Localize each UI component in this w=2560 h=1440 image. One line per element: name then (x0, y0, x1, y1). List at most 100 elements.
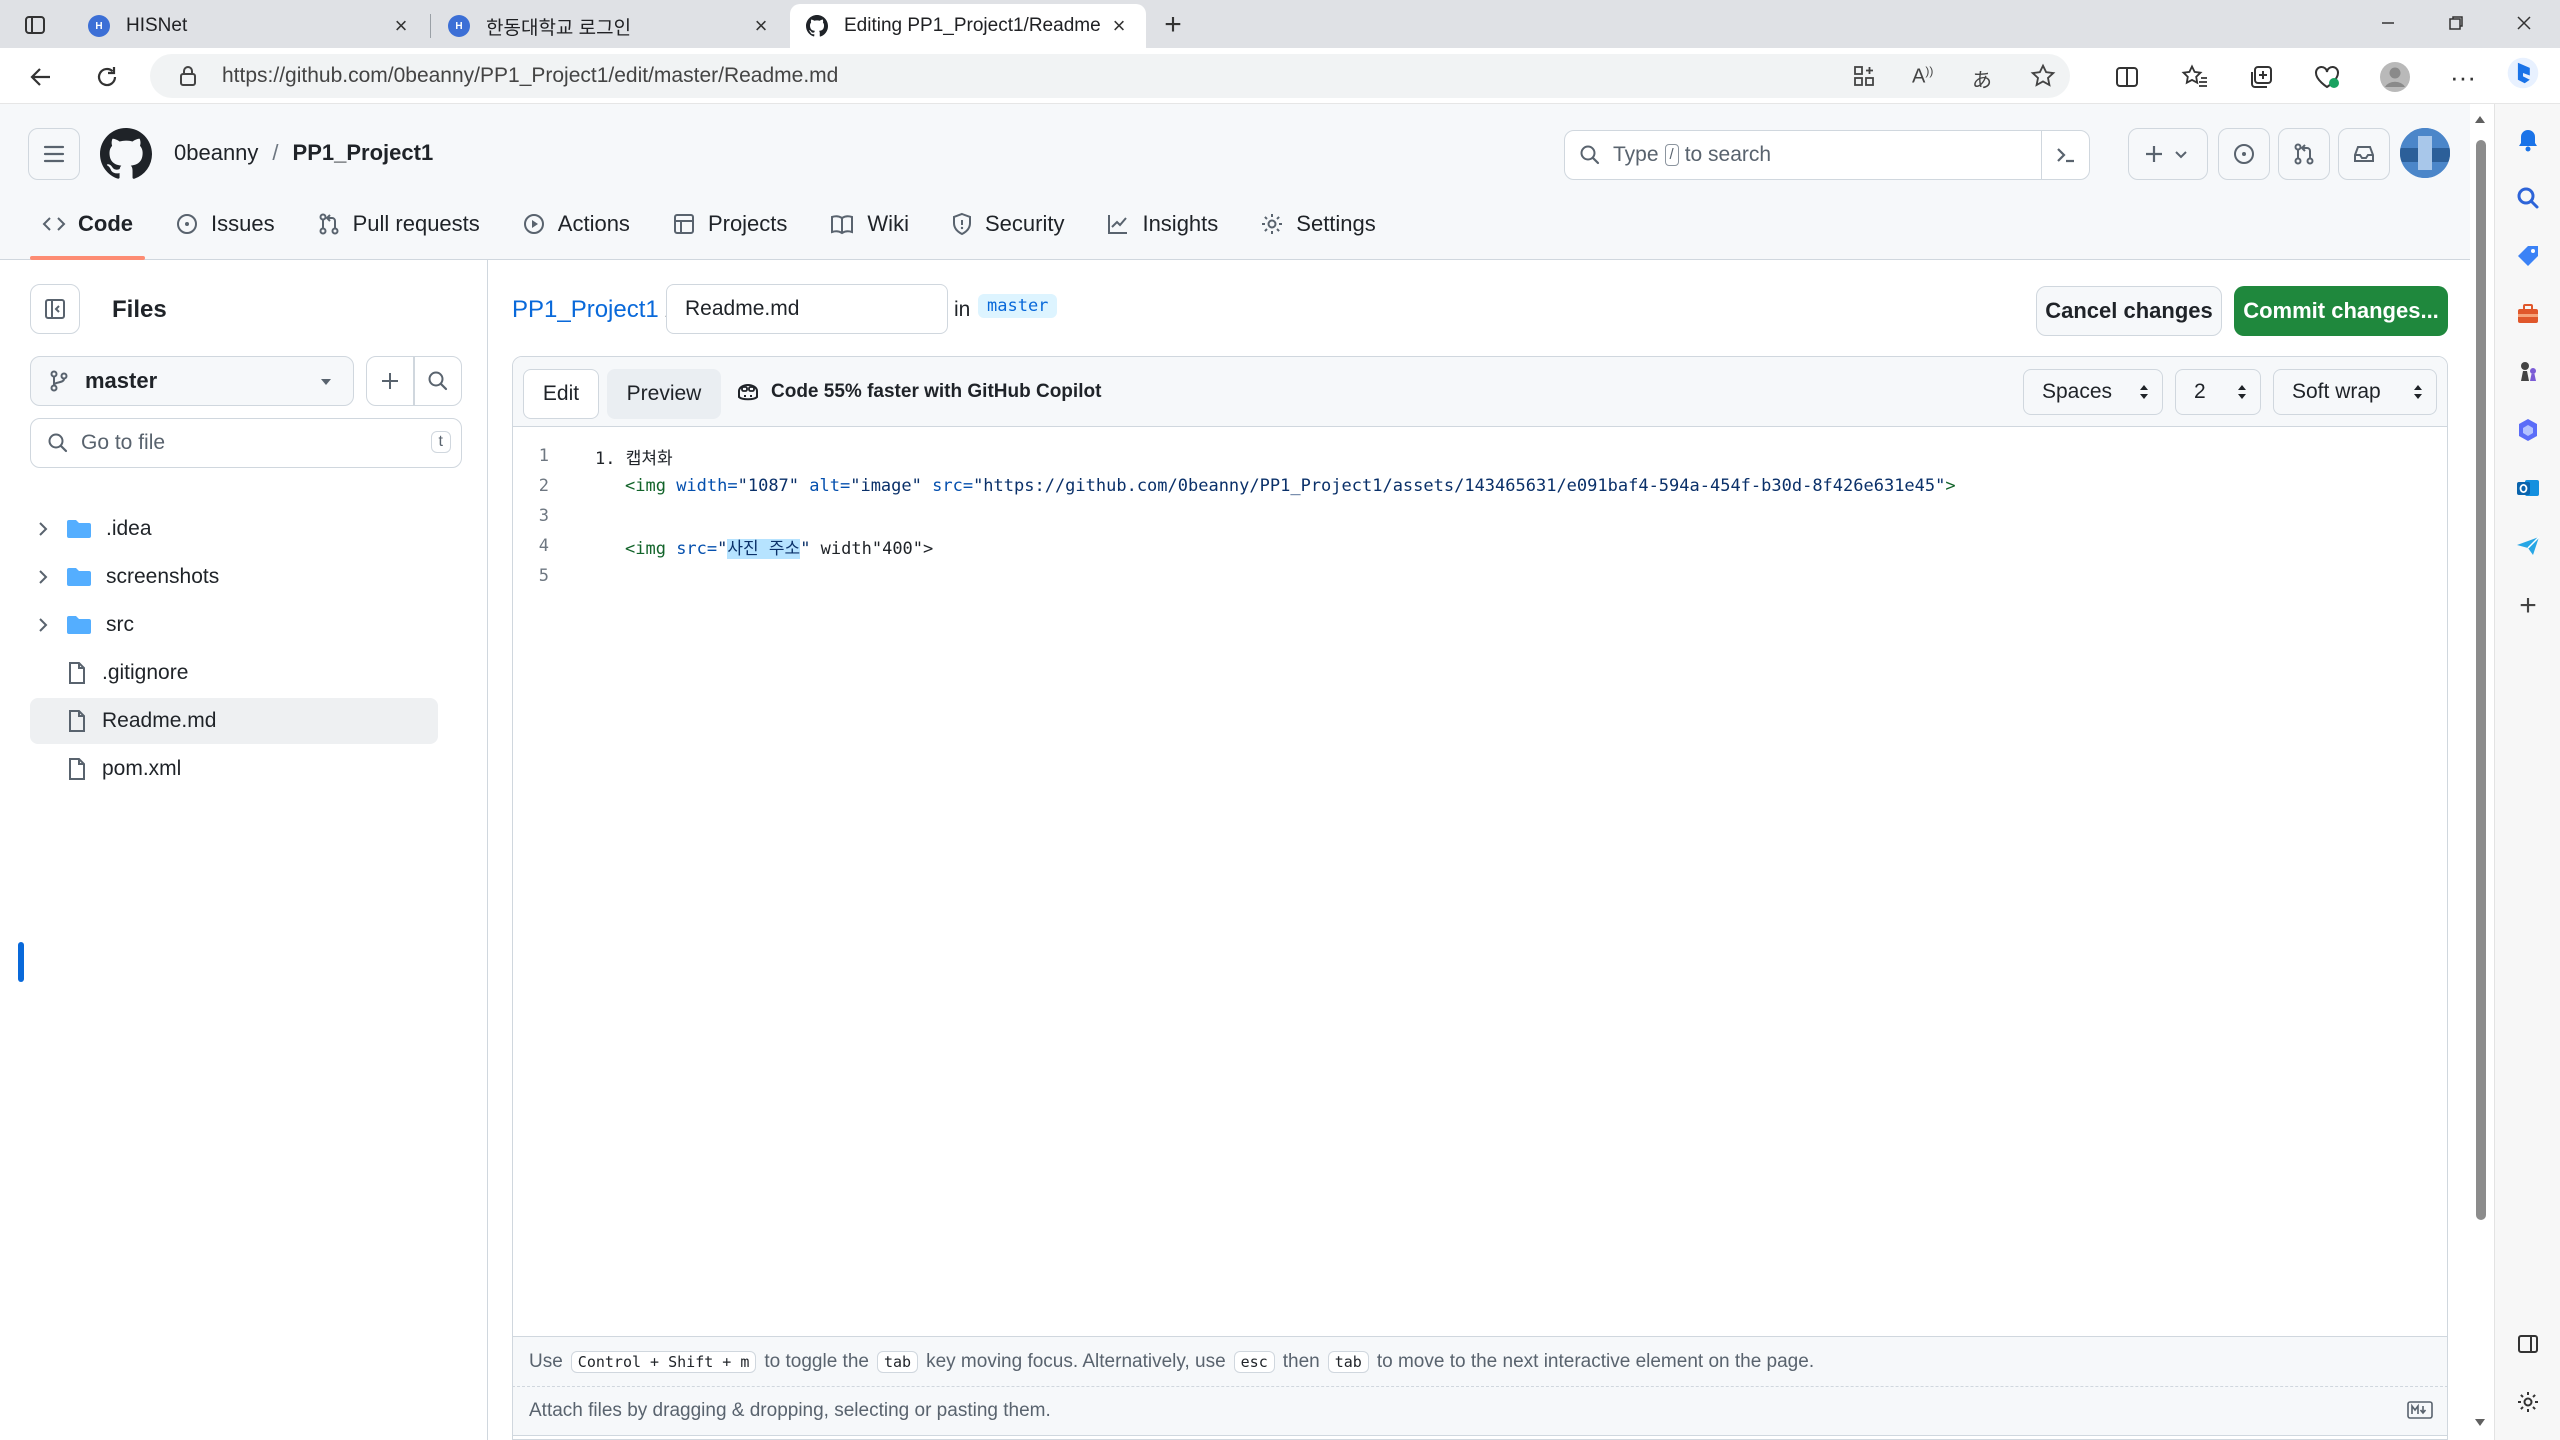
browser-tab-login[interactable]: H 한동대학교 로그인 × (432, 4, 788, 48)
search-input[interactable]: Type / to search (1564, 130, 2090, 180)
outlook-icon[interactable] (2510, 470, 2546, 506)
pull-requests-button[interactable] (2278, 128, 2330, 180)
restore-icon[interactable] (2422, 0, 2490, 46)
github-logo-icon[interactable] (100, 128, 152, 180)
hamburger-menu-button[interactable] (28, 128, 80, 180)
tree-item-src[interactable]: src (30, 602, 438, 648)
tab-projects[interactable]: Projects (660, 200, 799, 248)
close-tab-icon[interactable]: × (750, 13, 772, 38)
code-line[interactable]: 4 <img src="사진 주소" width"400"> (513, 531, 2447, 561)
new-tab-icon[interactable]: + (1156, 8, 1190, 42)
translate-icon[interactable]: あ (1972, 64, 1992, 93)
code-line[interactable]: 3 (513, 501, 2447, 531)
inbox-button[interactable] (2338, 128, 2390, 180)
sidebar-toggle-icon[interactable] (2510, 1326, 2546, 1362)
search-icon[interactable] (2510, 180, 2546, 216)
favorites-icon[interactable] (2178, 60, 2212, 94)
back-icon[interactable] (22, 58, 60, 96)
code-line[interactable]: 1 1. 캡쳐화 (513, 441, 2447, 471)
browser-tab-editing[interactable]: Editing PP1_Project1/Readme.md × (790, 4, 1146, 48)
search-files-button[interactable] (414, 356, 462, 406)
games-chess-icon[interactable] (2510, 354, 2546, 390)
lock-icon[interactable] (178, 65, 198, 87)
tab-pull-requests[interactable]: Pull requests (305, 200, 492, 248)
chevron-right-icon[interactable] (30, 569, 56, 585)
collections-icon[interactable] (2244, 60, 2278, 94)
cancel-changes-button[interactable]: Cancel changes (2036, 286, 2222, 336)
favorite-star-icon[interactable] (2030, 63, 2056, 89)
profile-avatar[interactable] (2378, 60, 2412, 94)
address-bar[interactable]: https://github.com/0beanny/PP1_Project1/… (150, 54, 2070, 98)
branch-selector[interactable]: master (30, 356, 354, 406)
add-file-button[interactable] (366, 356, 414, 406)
tree-item-readme[interactable]: Readme.md (30, 698, 438, 744)
more-options-icon[interactable]: ··· (2446, 60, 2480, 94)
tree-item-gitignore[interactable]: .gitignore (30, 650, 438, 696)
scroll-up-icon[interactable] (2474, 114, 2486, 124)
split-screen-icon[interactable] (2110, 60, 2144, 94)
scrollbar-thumb[interactable] (2476, 140, 2486, 1220)
tab-edit[interactable]: Edit (523, 369, 599, 419)
tab-security[interactable]: Security (939, 200, 1076, 248)
microsoft-365-icon[interactable] (2510, 412, 2546, 448)
add-sidebar-app-icon[interactable]: + (2510, 588, 2546, 624)
close-tab-icon[interactable]: × (1108, 13, 1130, 38)
close-window-icon[interactable] (2490, 0, 2558, 46)
browser-essentials-icon[interactable] (2310, 60, 2344, 94)
go-to-file-input[interactable]: Go to file t (30, 418, 462, 468)
tab-preview[interactable]: Preview (607, 369, 721, 419)
filename-input[interactable]: Readme.md (666, 284, 948, 334)
select-arrows-icon (2140, 385, 2148, 399)
tree-item-idea[interactable]: .idea (30, 506, 438, 552)
gear-icon[interactable] (2510, 1384, 2546, 1420)
indent-size-select[interactable]: 2 (2175, 369, 2261, 415)
tab-settings[interactable]: Settings (1248, 200, 1388, 248)
issues-button[interactable] (2218, 128, 2270, 180)
search-shortcut-key: / (1664, 144, 1679, 166)
close-tab-icon[interactable]: × (390, 13, 412, 38)
command-palette-icon[interactable] (2041, 131, 2089, 179)
send-drop-icon[interactable] (2510, 528, 2546, 564)
create-new-button[interactable] (2128, 128, 2208, 180)
chevron-right-icon[interactable] (30, 617, 56, 633)
indent-mode-select[interactable]: Spaces (2023, 369, 2163, 415)
tab-actions-icon[interactable] (18, 8, 52, 42)
tree-item-screenshots[interactable]: screenshots (30, 554, 438, 600)
bell-icon[interactable] (2510, 122, 2546, 158)
tree-item-pom[interactable]: pom.xml (30, 746, 438, 792)
chevron-right-icon[interactable] (30, 521, 56, 537)
tab-code[interactable]: Code (30, 200, 145, 260)
breadcrumb-separator: / (272, 140, 279, 165)
repo-link[interactable]: PP1_Project1 (293, 140, 434, 166)
owner-link[interactable]: 0beanny (174, 140, 258, 166)
graph-icon (1108, 215, 1128, 234)
attach-files-dropzone[interactable]: Attach files by dragging & dropping, sel… (512, 1386, 2448, 1436)
collapse-sidebar-button[interactable] (30, 284, 80, 334)
commit-changes-button[interactable]: Commit changes... (2234, 286, 2448, 336)
page-scrollbar[interactable] (2470, 110, 2490, 1432)
browser-tab-hisnet[interactable]: H HISNet × (72, 4, 428, 48)
tab-wiki[interactable]: Wiki (817, 200, 921, 248)
user-avatar[interactable] (2400, 128, 2450, 178)
copilot-promo-link[interactable]: Code 55% faster with GitHub Copilot (735, 381, 1101, 403)
minimize-icon[interactable] (2354, 0, 2422, 46)
refresh-icon[interactable] (88, 58, 126, 96)
file-icon (66, 757, 88, 781)
read-aloud-icon[interactable]: A)) (1912, 64, 1933, 89)
tab-issues[interactable]: Issues (163, 200, 287, 248)
copilot-bing-icon[interactable] (2506, 56, 2540, 90)
code-line[interactable]: 5 (513, 561, 2447, 591)
repo-navigation: Code Issues Pull requests Actions Projec… (30, 200, 1406, 260)
app-available-icon[interactable] (1852, 64, 1876, 88)
folder-icon (66, 518, 92, 540)
code-line[interactable]: 2 <img width="1087" alt="image" src="htt… (513, 471, 2447, 501)
scroll-down-icon[interactable] (2474, 1418, 2486, 1428)
tools-briefcase-icon[interactable] (2510, 296, 2546, 332)
tab-insights[interactable]: Insights (1094, 200, 1230, 248)
shopping-tag-icon[interactable] (2510, 238, 2546, 274)
repo-breadcrumb-link[interactable]: PP1_Project1 / (512, 296, 672, 324)
wrap-mode-select[interactable]: Soft wrap (2273, 369, 2437, 415)
github-header: 0beanny / PP1_Project1 Type / to search … (0, 104, 2470, 260)
code-text-area[interactable]: 1 1. 캡쳐화 2 <img width="1087" alt="image"… (513, 427, 2447, 1317)
tab-actions[interactable]: Actions (510, 200, 642, 248)
